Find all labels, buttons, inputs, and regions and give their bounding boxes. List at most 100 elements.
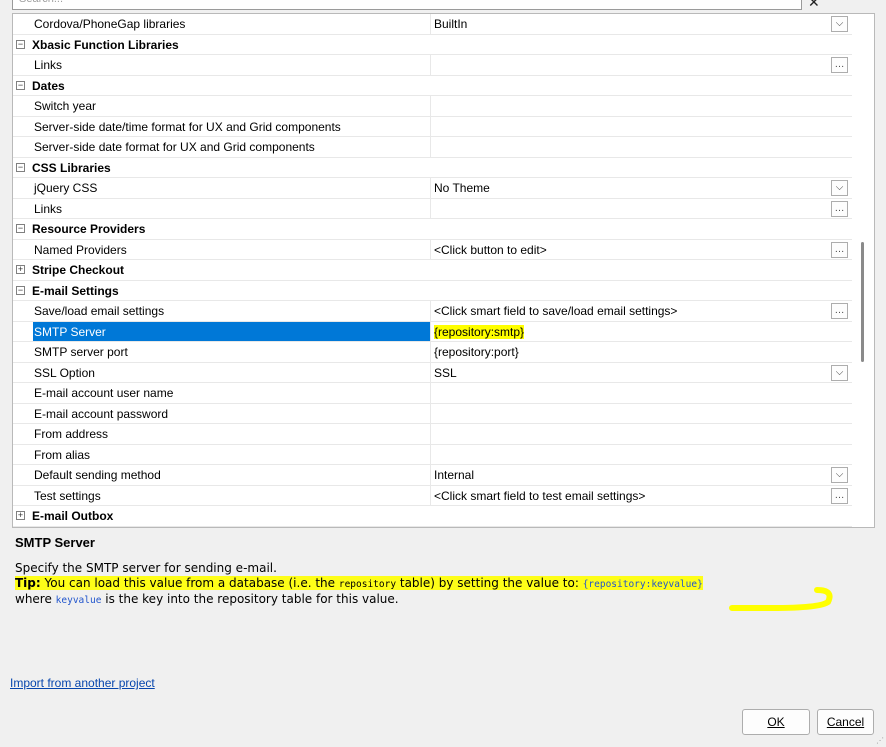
property-row-cordova-phonegap-libraries[interactable]: Cordova/PhoneGap libraries BuiltIn ⌵ — [13, 14, 852, 35]
cancel-button[interactable]: Cancel — [817, 709, 874, 735]
ellipsis-button[interactable]: … — [831, 57, 848, 73]
property-rows: Cordova/PhoneGap libraries BuiltIn ⌵ − Xbasi… — [13, 14, 852, 527]
property-value[interactable] — [433, 117, 828, 137]
property-row-smtp-server-port[interactable]: SMTP server port {repository:port} — [13, 342, 852, 363]
category-row-stripe-checkout[interactable]: + Stripe Checkout — [13, 260, 852, 281]
property-value[interactable]: <Click smart field to test email setting… — [433, 486, 828, 506]
description-panel: SMTP Server Specify the SMTP server for … — [12, 528, 873, 668]
chevron-down-icon[interactable]: ⌵ — [831, 180, 848, 196]
resize-grip-icon[interactable]: ⋰ — [876, 736, 884, 745]
category-label: E-mail Outbox — [32, 509, 114, 523]
description-text: is the key into the repository table for… — [101, 592, 399, 606]
import-project-link[interactable]: Import from another project — [10, 676, 155, 690]
property-value[interactable]: {repository:port} — [433, 342, 828, 362]
ok-button[interactable]: OK — [742, 709, 810, 735]
chevron-down-icon[interactable]: ⌵ — [831, 467, 848, 483]
property-value[interactable]: Internal — [433, 465, 828, 485]
close-icon[interactable]: ✕ — [808, 0, 820, 11]
description-text: where — [15, 592, 56, 606]
property-row-links[interactable]: Links… — [13, 198, 852, 219]
property-name: Test settings — [33, 485, 431, 505]
ellipsis-button[interactable]: … — [831, 487, 848, 504]
property-value[interactable]: SSL — [433, 363, 828, 383]
property-name: E-mail account password — [33, 403, 431, 423]
property-value-text: <Click button to edit> — [434, 242, 547, 257]
category-label: Resource Providers — [32, 222, 146, 236]
collapse-icon[interactable]: − — [16, 285, 25, 295]
vertical-scrollbar[interactable] — [852, 14, 873, 527]
tip-code-keyvalue: {repository:keyvalue} — [582, 579, 703, 590]
ellipsis-button[interactable]: … — [831, 241, 848, 258]
tip-line: Tip: You can load this value from a data… — [15, 576, 855, 592]
property-row-test-settings[interactable]: Test settings <Click smart field to test … — [13, 485, 852, 506]
collapse-icon[interactable]: − — [16, 80, 25, 90]
collapse-icon[interactable]: − — [16, 39, 25, 49]
property-name: Save/load email settings — [33, 301, 431, 321]
category-row-dates[interactable]: − Dates — [13, 75, 852, 96]
description-line: where keyvalue is the key into the repos… — [15, 592, 855, 608]
property-name: Named Providers — [33, 239, 431, 259]
property-row-from-alias[interactable]: From alias — [13, 444, 852, 465]
property-value[interactable] — [433, 55, 828, 75]
property-name: Links — [33, 55, 431, 75]
property-row-save-load-email-settings[interactable]: Save/load email settings <Click smart fie… — [13, 301, 852, 322]
property-name: E-mail account user name — [33, 383, 431, 403]
property-value[interactable] — [433, 96, 828, 116]
property-value-text: SSL — [434, 365, 457, 380]
category-row-e-mail-settings[interactable]: − E-mail Settings — [13, 280, 852, 301]
tip-text: You can load this value from a database … — [40, 576, 339, 590]
property-value[interactable] — [433, 137, 828, 157]
property-row-links[interactable]: Links … — [13, 55, 852, 76]
property-row-named-providers[interactable]: Named Providers <Click button to edit> … — [13, 239, 852, 260]
category-label: CSS Libraries — [32, 160, 111, 175]
property-row-jquery-css[interactable]: jQuery CSS No Theme ⌵ — [13, 178, 852, 199]
property-row-default-sending-method[interactable]: Default sending method Internal ⌵ — [13, 465, 852, 486]
description-title: SMTP Server — [15, 535, 95, 550]
keyvalue-code: keyvalue — [55, 595, 102, 606]
property-value[interactable]: No Theme — [433, 178, 828, 198]
property-row-server-side-date-format-for-ux-and-grid-components[interactable]: Server-side date format for UX and Grid … — [13, 137, 852, 158]
property-value-text: BuiltIn — [434, 17, 468, 31]
property-value[interactable] — [433, 383, 828, 403]
ellipsis-button[interactable]: … — [831, 200, 848, 217]
category-row-resource-providers[interactable]: − Resource Providers — [13, 219, 852, 240]
property-row-e-mail-account-password[interactable]: E-mail account password — [13, 403, 852, 424]
property-row-server-side-date-time-format-for-ux-and-grid-components[interactable]: Server-side date/time format for UX and … — [13, 116, 852, 137]
search-strip: Search... ✕ — [0, 0, 886, 12]
property-value[interactable] — [433, 445, 828, 465]
property-value[interactable] — [433, 199, 828, 219]
property-name: jQuery CSS — [33, 178, 431, 198]
property-value[interactable]: {repository:smtp} — [433, 322, 828, 342]
property-row-smtp-server[interactable]: SMTP Server {repository:smtp} — [13, 321, 852, 342]
property-value[interactable] — [433, 404, 828, 424]
property-value[interactable]: <Click smart field to save/load email se… — [433, 301, 828, 321]
property-grid: Cordova/PhoneGap libraries BuiltIn ⌵ − Xbasi… — [12, 13, 875, 528]
scroll-thumb[interactable] — [861, 242, 864, 362]
property-value-text: No Theme — [434, 181, 490, 195]
expand-icon[interactable]: + — [16, 511, 25, 520]
category-label: E-mail Settings — [32, 283, 119, 298]
category-row-xbasic-function-libraries[interactable]: − Xbasic Function Libraries — [13, 34, 852, 55]
ok-label: OK — [767, 715, 785, 729]
property-row-e-mail-account-user-name[interactable]: E-mail account user name — [13, 383, 852, 404]
property-value-text: <Click smart field to test email setting… — [434, 488, 646, 503]
property-row-from-address[interactable]: From address — [13, 424, 852, 445]
chevron-down-icon[interactable]: ⌵ — [831, 364, 848, 381]
property-value[interactable]: BuiltIn — [433, 14, 828, 34]
property-name: From address — [33, 424, 431, 444]
ellipsis-button[interactable]: … — [831, 303, 848, 319]
collapse-icon[interactable]: − — [16, 224, 25, 233]
property-value-text: {repository:smtp} — [434, 324, 525, 339]
category-row-e-mail-outbox[interactable]: + E-mail Outbox — [13, 506, 852, 527]
category-row-css-libraries[interactable]: − CSS Libraries — [13, 157, 852, 178]
property-value[interactable]: <Click button to edit> — [433, 240, 828, 260]
search-input[interactable]: Search... — [12, 0, 802, 10]
property-value[interactable] — [433, 424, 828, 444]
chevron-down-icon[interactable]: ⌵ — [831, 16, 848, 32]
expand-icon[interactable]: + — [16, 265, 25, 274]
property-row-ssl-option[interactable]: SSL Option SSL ⌵ — [13, 362, 852, 383]
cancel-label: Cancel — [826, 715, 865, 729]
collapse-icon[interactable]: − — [16, 162, 25, 172]
description-body: Specify the SMTP server for sending e-ma… — [15, 561, 855, 608]
property-row-switch-year[interactable]: Switch year — [13, 96, 852, 117]
